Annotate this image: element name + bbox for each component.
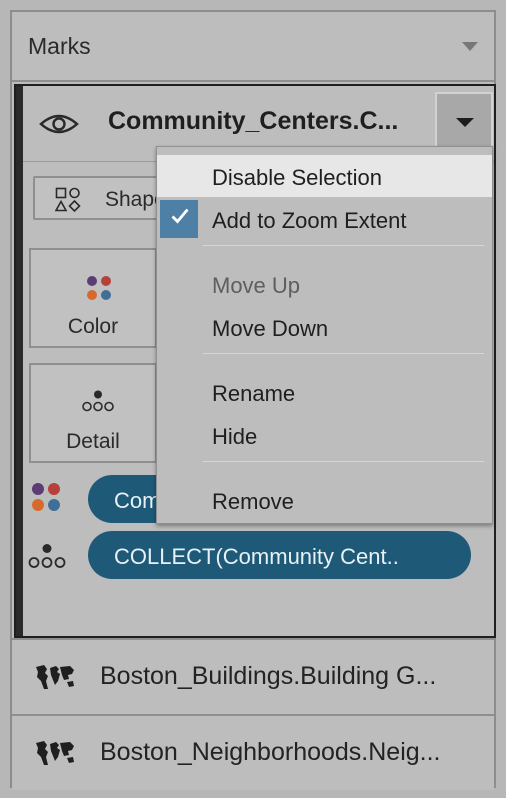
layer-row-boston-neighborhoods[interactable]: Boston_Neighborhoods.Neig...: [12, 714, 494, 790]
detail-icon: [82, 390, 114, 412]
layer-row-label: Boston_Neighborhoods.Neig...: [100, 738, 441, 766]
menu-item-rename[interactable]: Rename: [157, 371, 492, 413]
menu-item-label: Remove: [212, 489, 294, 514]
color-dots-icon: [87, 276, 111, 300]
layer-row-boston-buildings[interactable]: Boston_Buildings.Building G...: [12, 638, 494, 714]
active-layer-indicator: [16, 86, 23, 636]
detail-card-label: Detail: [66, 430, 120, 453]
detail-card[interactable]: Detail: [29, 363, 157, 463]
menu-divider: [203, 245, 484, 246]
menu-item-add-to-zoom-extent[interactable]: Add to Zoom Extent: [157, 198, 492, 240]
detail-icon: [28, 544, 66, 568]
menu-item-label: Move Down: [212, 316, 329, 341]
menu-item-hide[interactable]: Hide: [157, 414, 492, 456]
layer-title: Community_Centers.C...: [108, 107, 399, 135]
menu-item-move-up: Move Up: [157, 263, 492, 305]
menu-divider: [203, 461, 484, 462]
color-card[interactable]: Color: [29, 248, 157, 348]
color-card-label: Color: [67, 315, 119, 338]
marks-header[interactable]: Marks: [12, 12, 494, 82]
menu-item-disable-selection[interactable]: Disable Selection: [157, 155, 492, 197]
checkmark-icon: [160, 200, 198, 238]
color-dots-icon: [32, 483, 60, 511]
marks-title: Marks: [28, 33, 91, 59]
menu-item-label: Add to Zoom Extent: [212, 208, 407, 233]
menu-item-move-down[interactable]: Move Down: [157, 306, 492, 348]
layer-menu-button[interactable]: [435, 92, 493, 148]
detail-field-pill-label: COLLECT(Community Cent..: [114, 544, 399, 569]
menu-item-label: Move Up: [212, 273, 301, 298]
layer-row-label: Boston_Buildings.Building G...: [100, 662, 437, 690]
menu-divider: [203, 353, 484, 354]
world-map-icon: [36, 665, 74, 689]
color-field-pill-label: Com: [114, 488, 161, 513]
layer-context-menu: Disable Selection Add to Zoom Extent Mov…: [156, 146, 493, 524]
eye-icon[interactable]: [39, 112, 79, 136]
menu-item-remove[interactable]: Remove: [157, 479, 492, 521]
marks-collapse-icon[interactable]: [462, 42, 478, 51]
world-map-icon: [36, 741, 74, 765]
chevron-down-icon: [456, 118, 474, 127]
shapes-icon: [55, 187, 81, 213]
menu-item-label: Rename: [212, 381, 296, 406]
menu-item-label: Disable Selection: [212, 165, 382, 190]
detail-field-pill[interactable]: COLLECT(Community Cent..: [88, 531, 471, 579]
menu-item-label: Hide: [212, 424, 258, 449]
